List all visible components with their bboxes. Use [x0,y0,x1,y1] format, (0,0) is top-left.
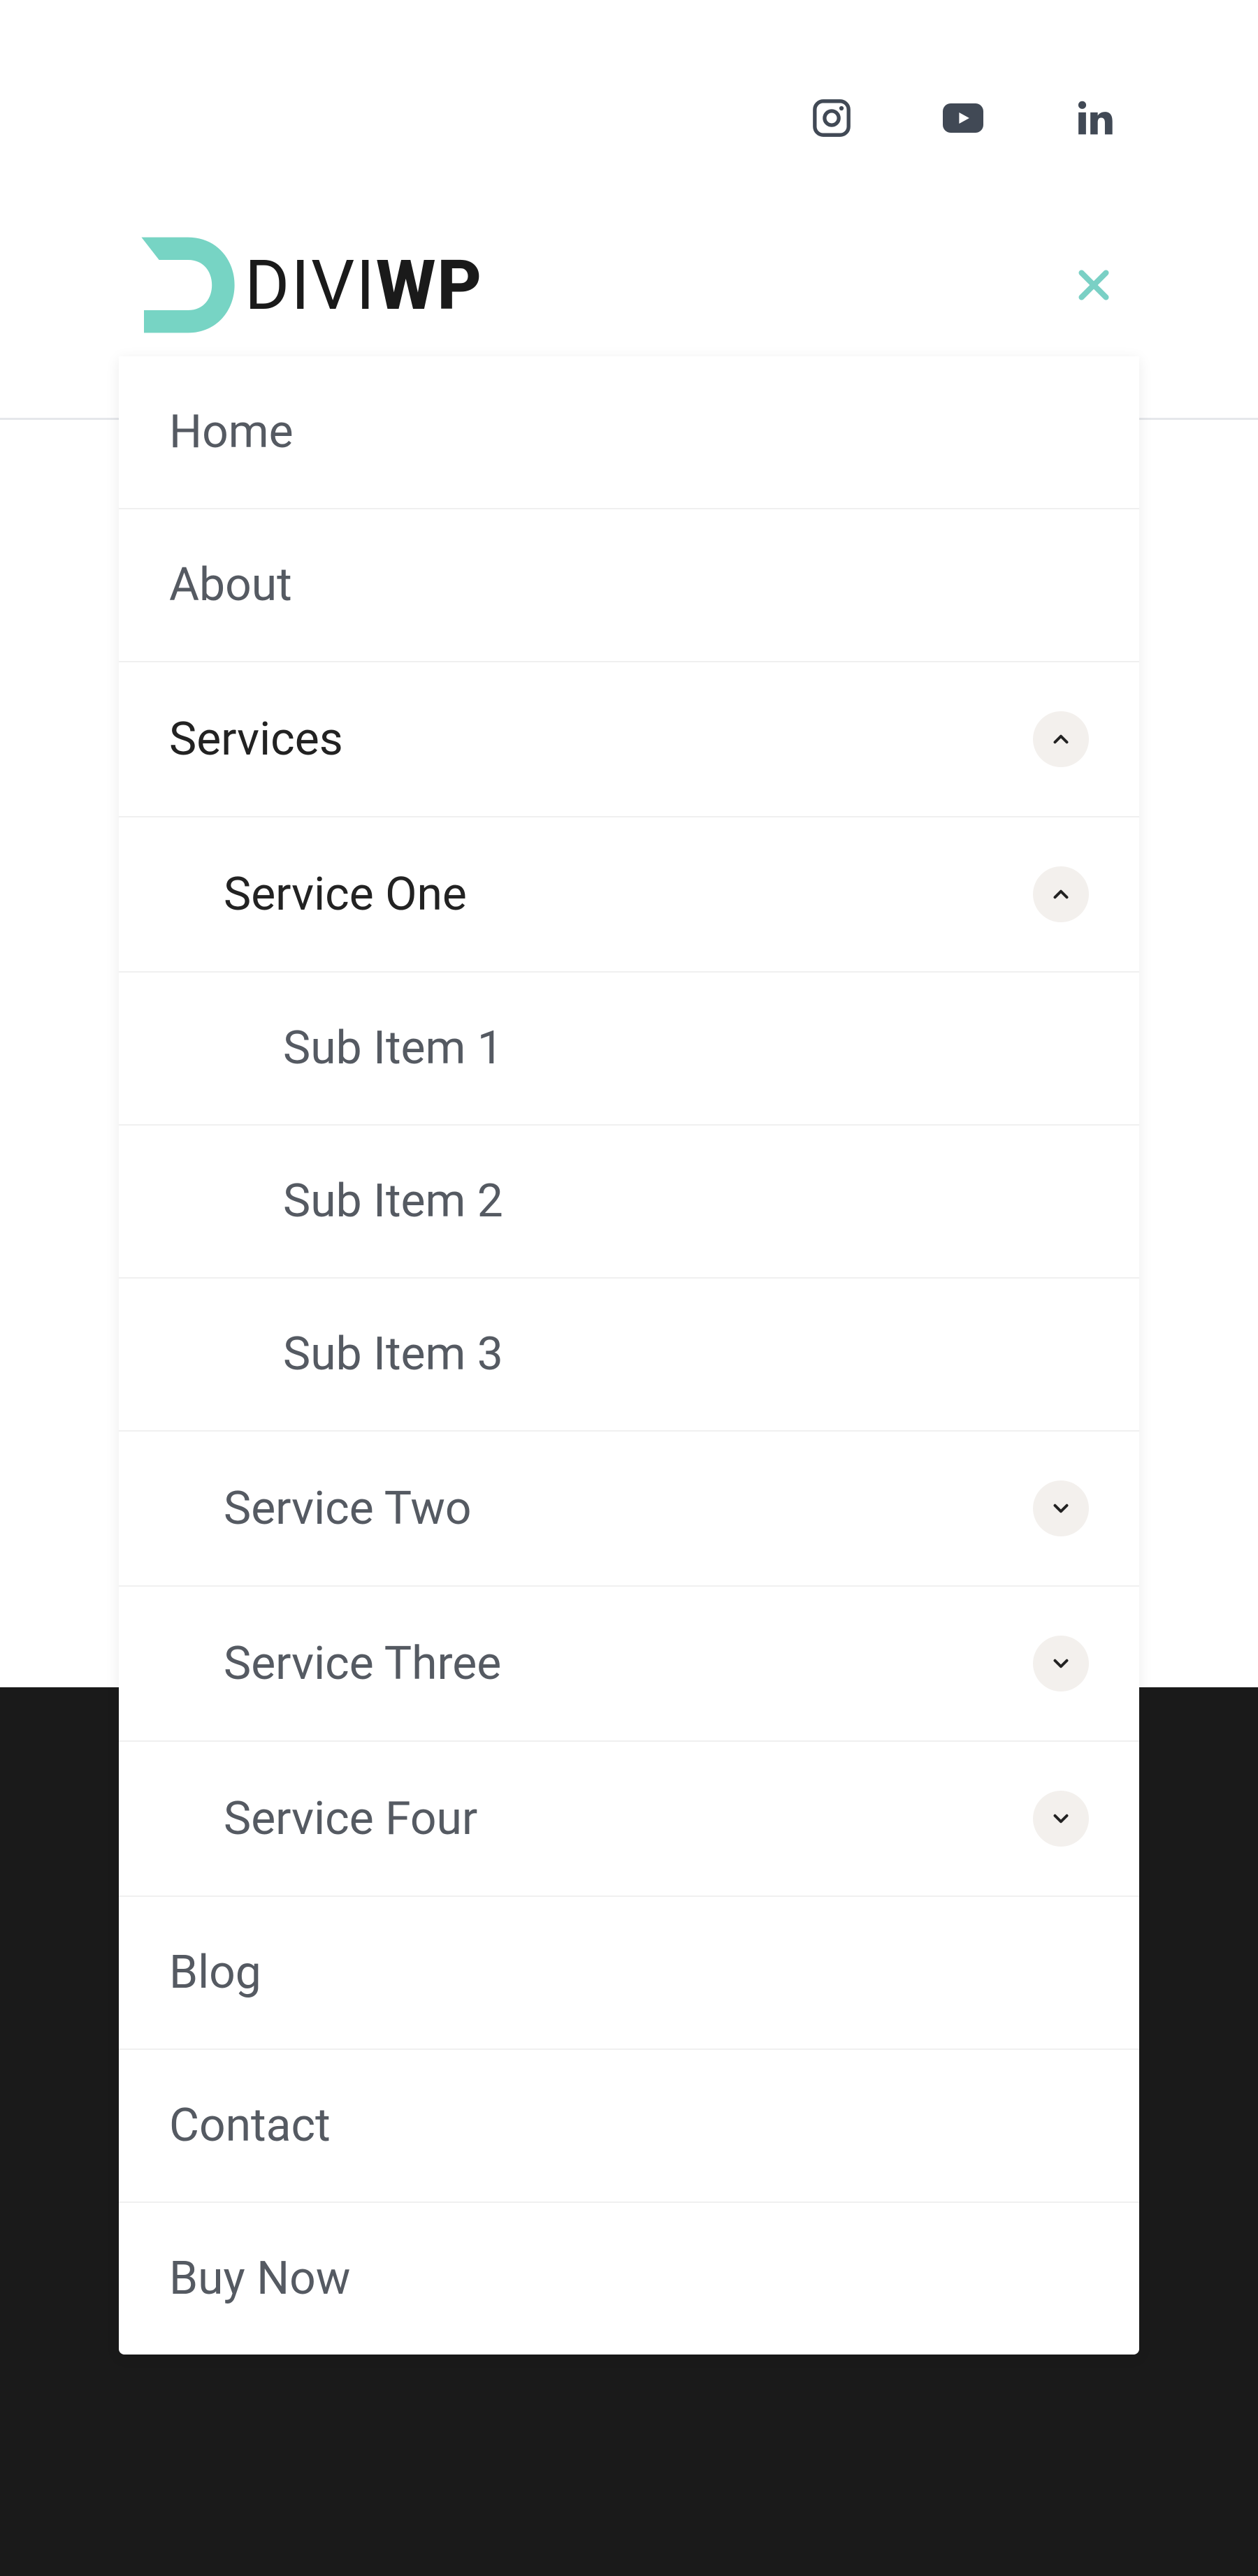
nav-item-label: Service Three [224,1637,501,1691]
youtube-icon[interactable] [943,98,983,138]
nav-item-label: Blog [169,1946,261,2000]
nav-item-home[interactable]: Home [119,356,1139,508]
chevron-down-icon[interactable] [1033,1791,1089,1847]
close-icon[interactable] [1073,264,1115,306]
nav-item-label: About [169,558,292,612]
nav-item-blog[interactable]: Blog [119,1895,1139,2049]
nav-item-about[interactable]: About [119,508,1139,661]
nav-item-label: Sub Item 1 [283,1021,503,1075]
nav-item-service-two[interactable]: Service Two [119,1430,1139,1585]
nav-item-service-four[interactable]: Service Four [119,1740,1139,1895]
mobile-nav-menu: Home About Services Service One Sub Item… [119,356,1139,2355]
linkedin-icon[interactable] [1074,98,1115,138]
nav-item-label: Buy Now [169,2252,350,2306]
chevron-down-icon[interactable] [1033,1636,1089,1691]
nav-item-sub-item-1[interactable]: Sub Item 1 [119,971,1139,1124]
nav-item-sub-item-2[interactable]: Sub Item 2 [119,1124,1139,1277]
chevron-up-icon[interactable] [1033,711,1089,767]
chevron-down-icon[interactable] [1033,1480,1089,1536]
nav-item-label: Home [169,405,294,459]
nav-item-label: Sub Item 3 [283,1327,503,1381]
nav-item-service-one[interactable]: Service One [119,816,1139,971]
nav-item-label: Service One [224,868,467,922]
nav-item-label: Service Two [224,1482,472,1536]
brand-logo[interactable]: DIVIWP [119,222,483,348]
nav-item-services[interactable]: Services [119,661,1139,816]
brand-name-part1: DIVI [245,245,376,326]
nav-item-label: Services [169,713,343,766]
nav-item-label: Sub Item 2 [283,1174,503,1228]
nav-item-sub-item-3[interactable]: Sub Item 3 [119,1277,1139,1430]
brand-name: DIVIWP [245,245,483,326]
nav-item-service-three[interactable]: Service Three [119,1585,1139,1740]
nav-item-label: Contact [169,2099,331,2153]
nav-item-buy-now[interactable]: Buy Now [119,2202,1139,2355]
brand-name-part2: WP [376,245,483,326]
chevron-up-icon[interactable] [1033,866,1089,922]
nav-item-label: Service Four [224,1792,477,1846]
nav-item-contact[interactable]: Contact [119,2049,1139,2202]
social-links [119,98,1139,138]
instagram-icon[interactable] [811,98,852,138]
